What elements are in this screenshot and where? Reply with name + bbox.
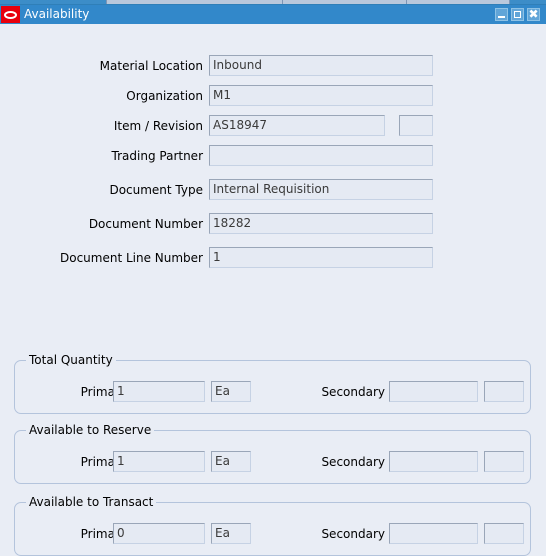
total-quantity-primary-uom[interactable]: Ea <box>211 381 251 402</box>
document-type-input[interactable]: Internal Requisition <box>209 179 433 200</box>
oracle-logo-icon <box>1 6 20 23</box>
available-to-transact-secondary-label: Secondary <box>321 527 385 541</box>
organization-label: Organization <box>126 89 203 103</box>
item-revision-label: Item / Revision <box>113 119 203 133</box>
material-location-label: Material Location <box>99 59 203 73</box>
total-quantity-secondary-label: Secondary <box>321 385 385 399</box>
field-row-organization: Organization <box>0 86 203 106</box>
total-quantity-primary-input[interactable]: 1 <box>113 381 205 402</box>
available-to-transact-secondary-uom[interactable] <box>484 523 524 544</box>
field-row-document-line-number: Document Line Number <box>0 248 203 268</box>
minimize-button[interactable] <box>495 8 508 21</box>
trading-partner-input[interactable] <box>209 145 433 166</box>
minimize-icon <box>498 16 505 18</box>
availability-window: Availability ✖ Material Location Inbound… <box>0 4 546 556</box>
group-total-quantity: Total Quantity Primary 1 Ea Secondary <box>14 353 531 414</box>
document-line-number-label: Document Line Number <box>59 251 203 265</box>
material-location-input[interactable]: Inbound <box>209 55 433 76</box>
group-available-to-reserve: Available to Reserve Primary 1 Ea Second… <box>14 423 531 484</box>
group-available-to-transact-legend: Available to Transact <box>26 495 157 509</box>
group-total-quantity-legend: Total Quantity <box>26 353 116 367</box>
group-available-to-reserve-legend: Available to Reserve <box>26 423 155 437</box>
available-to-transact-primary-input[interactable]: 0 <box>113 523 205 544</box>
window-title: Availability <box>24 7 90 21</box>
field-row-document-type: Document Type <box>0 180 203 200</box>
field-row-item-revision: Item / Revision <box>0 116 203 136</box>
document-number-label: Document Number <box>88 217 203 231</box>
available-to-reserve-primary-uom[interactable]: Ea <box>211 451 251 472</box>
item-input[interactable]: AS18947 <box>209 115 385 136</box>
window-titlebar: Availability ✖ <box>0 5 546 24</box>
total-quantity-secondary-input[interactable] <box>389 381 478 402</box>
revision-input[interactable] <box>399 115 433 136</box>
oracle-logo-ring <box>4 10 17 19</box>
close-button[interactable]: ✖ <box>527 7 540 21</box>
document-line-number-input[interactable]: 1 <box>209 247 433 268</box>
document-number-input[interactable]: 18282 <box>209 213 433 234</box>
window-controls: ✖ <box>495 7 540 21</box>
group-available-to-transact: Available to Transact Primary 0 Ea Secon… <box>14 495 531 556</box>
available-to-reserve-secondary-label: Secondary <box>321 455 385 469</box>
close-icon: ✖ <box>528 7 539 21</box>
available-to-reserve-secondary-uom[interactable] <box>484 451 524 472</box>
available-to-reserve-secondary-input[interactable] <box>389 451 478 472</box>
document-type-label: Document Type <box>109 183 203 197</box>
field-row-document-number: Document Number <box>0 214 203 234</box>
available-to-transact-secondary-input[interactable] <box>389 523 478 544</box>
available-to-reserve-primary-input[interactable]: 1 <box>113 451 205 472</box>
field-row-trading-partner: Trading Partner <box>0 146 203 166</box>
total-quantity-secondary-uom[interactable] <box>484 381 524 402</box>
form-canvas: Material Location Inbound Organization M… <box>0 24 546 556</box>
restore-button[interactable] <box>511 8 524 21</box>
available-to-transact-primary-uom[interactable]: Ea <box>211 523 251 544</box>
organization-input[interactable]: M1 <box>209 85 433 106</box>
trading-partner-label: Trading Partner <box>111 149 203 163</box>
restore-icon <box>514 11 521 18</box>
field-row-material-location: Material Location <box>0 56 203 76</box>
